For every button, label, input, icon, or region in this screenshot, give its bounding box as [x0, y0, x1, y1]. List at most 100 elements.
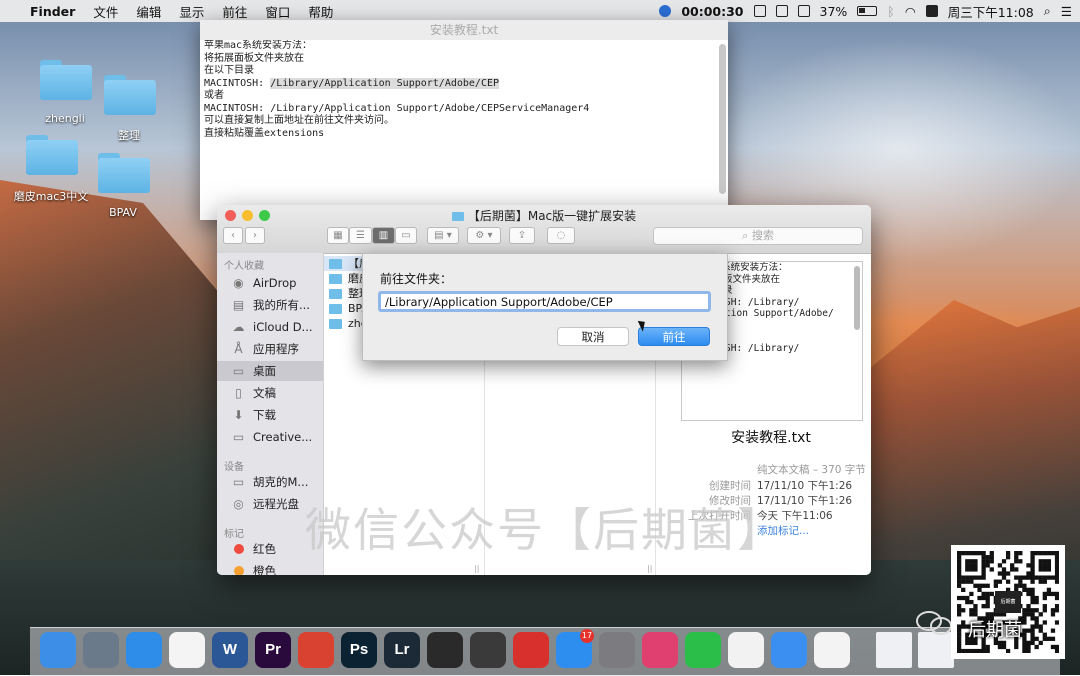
textedit-content[interactable]: 苹果mac系统安装方法： 将拓展面板文件夹放在 在以下目录 MACINTOSH:…	[204, 40, 716, 220]
qr-module	[1026, 648, 1031, 653]
menu-view[interactable]: 显示	[179, 2, 204, 21]
desktop-folder-label: 整理	[118, 129, 140, 142]
sidebar-item-airdrop[interactable]: ◉ AirDrop	[217, 273, 323, 293]
dock-app-finder-icon[interactable]	[40, 632, 76, 668]
qr-module	[1042, 575, 1047, 580]
action-gear-button[interactable]: ⚙ ▾	[467, 227, 501, 244]
column-resize-handle[interactable]: ||	[647, 564, 652, 573]
arrange-button[interactable]: ▤ ▾	[427, 227, 459, 244]
cancel-button[interactable]: 取消	[557, 327, 629, 346]
back-button[interactable]: ‹	[223, 227, 243, 244]
notification-center-icon[interactable]: ☰	[1061, 4, 1072, 19]
qr-module	[961, 595, 966, 601]
dock-app-photos-icon[interactable]	[169, 632, 205, 668]
qr-module	[1026, 563, 1031, 568]
qr-module	[1001, 644, 1007, 650]
dock-document-thumbnail-icon[interactable]	[918, 632, 954, 668]
finder-toolbar: 【后期菌】Mac版一键扩展安装 ‹ › ▦ ☰ ▥ ▭ ▤ ▾ ⚙ ▾ ⇪ ◌ …	[217, 205, 871, 254]
qr-module	[969, 579, 974, 584]
view-column-button[interactable]: ▥	[372, 227, 395, 244]
desktop-folder-label: 磨皮mac3中文	[13, 190, 89, 203]
dock-app-recorder-icon[interactable]	[298, 632, 334, 668]
dock-app-zoom-icon[interactable]	[771, 632, 807, 668]
dock-app-preferences-icon[interactable]	[599, 632, 635, 668]
column-resize-handle[interactable]: ||	[474, 564, 479, 573]
wifi-icon[interactable]: ◠	[905, 4, 916, 19]
sidebar-item-tag-orange[interactable]: 橙色	[217, 561, 323, 575]
qr-module	[1038, 575, 1043, 580]
menu-app-name[interactable]: Finder	[30, 4, 75, 19]
desktop-folder-mopi[interactable]	[26, 135, 78, 175]
mic-icon[interactable]	[753, 5, 766, 17]
go-button[interactable]: 前往	[638, 327, 710, 346]
goto-folder-path-input[interactable]	[378, 291, 711, 312]
dock-app-safari-icon[interactable]	[126, 632, 162, 668]
dock-app-baidu-icon[interactable]	[728, 632, 764, 668]
qr-module	[1050, 636, 1056, 641]
qr-module	[961, 608, 966, 613]
menu-go[interactable]: 前往	[222, 2, 247, 21]
qr-module	[1054, 567, 1059, 572]
preview-scrollbar[interactable]	[854, 266, 860, 330]
view-list-button[interactable]: ☰	[349, 227, 372, 244]
view-coverflow-button[interactable]: ▭	[395, 227, 417, 244]
qr-module	[1026, 604, 1031, 609]
view-icon-button[interactable]: ▦	[327, 227, 349, 244]
qr-module	[969, 608, 974, 613]
dock-app-photoshop-icon[interactable]: Ps	[341, 632, 377, 668]
tags-button[interactable]: ◌	[547, 227, 575, 244]
qr-module	[1001, 559, 1007, 564]
dock-app-final-cut-icon[interactable]	[427, 632, 463, 668]
qr-module	[1005, 648, 1011, 653]
dock-document-thumbnail-icon[interactable]	[876, 632, 912, 668]
dock-app-display-icon[interactable]	[642, 632, 678, 668]
qr-module	[1046, 559, 1052, 564]
sidebar-item-creative-cloud[interactable]: ▭ Creative...	[217, 427, 323, 447]
dock-app-facetime-icon[interactable]	[685, 632, 721, 668]
sidebar-item-applications[interactable]: Å 应用程序	[217, 339, 323, 359]
qr-module	[961, 624, 966, 629]
qr-module	[1034, 616, 1039, 621]
dock-app-notes-icon[interactable]	[814, 632, 850, 668]
forward-button[interactable]: ›	[245, 227, 265, 244]
preview-kind: 纯文本文稿 – 370 字节	[757, 464, 866, 476]
dock-app-launchpad-icon[interactable]	[83, 632, 119, 668]
dock-app-word-icon[interactable]: W	[212, 632, 248, 668]
dock-app-premiere-icon[interactable]: Pr	[255, 632, 291, 668]
qr-module	[1042, 608, 1047, 613]
menu-help[interactable]: 帮助	[308, 2, 333, 21]
qr-module	[1042, 559, 1047, 564]
menu-clock[interactable]: 周三下午11:08	[948, 2, 1034, 21]
textedit-scrollbar[interactable]	[719, 44, 726, 194]
input-method-icon[interactable]	[925, 5, 938, 17]
dock-app-lightroom-icon[interactable]: Lr	[384, 632, 420, 668]
desktop-folder-bpav[interactable]	[98, 153, 150, 193]
sidebar-item-downloads[interactable]: ⬇ 下载	[217, 405, 323, 425]
qr-module	[1042, 632, 1047, 637]
folder-icon	[329, 259, 342, 269]
textedit-window[interactable]: 安装教程.txt 苹果mac系统安装方法： 将拓展面板文件夹放在 在以下目录 M…	[200, 20, 728, 220]
share-button[interactable]: ⇪	[509, 227, 535, 244]
dock-app-netease-music-icon[interactable]	[513, 632, 549, 668]
qr-module	[993, 579, 998, 584]
search-input[interactable]: ⌕ 搜索	[653, 227, 863, 245]
display-icon[interactable]	[797, 5, 810, 17]
sidebar-item-all-files[interactable]: ▤ 我的所有...	[217, 295, 323, 315]
qr-module	[961, 579, 966, 584]
qr-center-logo: 后期菌	[995, 591, 1021, 613]
bluetooth-icon[interactable]: ᛒ	[887, 4, 895, 19]
desktop-folder-zhengli[interactable]	[40, 60, 92, 100]
screen-record-icon[interactable]	[659, 5, 672, 17]
desktop-folder-zhengli-cn[interactable]	[104, 75, 156, 115]
grid-icon[interactable]	[775, 5, 788, 17]
sidebar-item-desktop[interactable]: ▭ 桌面	[217, 361, 323, 381]
menu-file[interactable]: 文件	[93, 2, 118, 21]
menu-window[interactable]: 窗口	[265, 2, 290, 21]
sidebar-item-icloud[interactable]: ☁ iCloud D...	[217, 317, 323, 337]
dock-app-quicktime-icon[interactable]	[470, 632, 506, 668]
sidebar-item-mac[interactable]: ▭ 胡克的M...	[217, 472, 323, 492]
sidebar-item-documents[interactable]: ▯ 文稿	[217, 383, 323, 403]
spotlight-search-icon[interactable]: ⌕	[1044, 3, 1051, 19]
battery-icon[interactable]	[857, 6, 878, 16]
menu-edit[interactable]: 编辑	[136, 2, 161, 21]
